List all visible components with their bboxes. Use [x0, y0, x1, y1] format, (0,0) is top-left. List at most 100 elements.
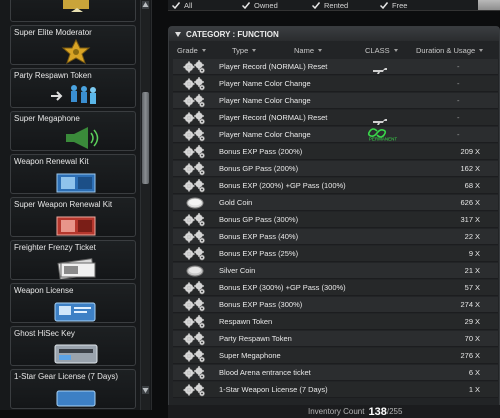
inventory-item-name: Bonus EXP Pass (25%) [219, 249, 299, 258]
item-count: 317 [460, 215, 473, 224]
permanent-label: PERMANENT [369, 137, 398, 142]
shop-item-card[interactable]: Super Weapon Renewal Kit [10, 197, 136, 237]
inventory-row[interactable]: Player Name Color Change - [173, 93, 498, 109]
shop-item-card[interactable]: Super Elite Moderator [10, 25, 136, 65]
collapse-triangle-icon [175, 31, 181, 37]
item-count: 626 [460, 198, 473, 207]
item-count: 276 [460, 351, 473, 360]
shop-item-card[interactable]: 1-Star Gear License (7 Days) [10, 369, 136, 409]
inventory-row[interactable]: Super Megaphone 276 X [173, 348, 498, 364]
gears-icon [182, 128, 208, 142]
category-header[interactable]: CATEGORY : FUNCTION [169, 27, 499, 41]
inventory-count-label: Inventory Count [308, 407, 365, 416]
inventory-row[interactable]: Bonus EXP Pass (200%) 209 X [173, 144, 498, 160]
item-count: 209 [460, 147, 473, 156]
megaphone-icon [41, 125, 111, 150]
duration-none: - [457, 96, 460, 105]
filter-free-label: Free [392, 1, 408, 10]
inventory-row[interactable]: Blood Arena entrance ticket 6 X [173, 365, 498, 381]
inventory-row[interactable]: Player Record (NORMAL) Reset - [173, 59, 498, 75]
inventory-row[interactable]: Bonus EXP Pass (40%) 22 X [173, 229, 498, 245]
filter-tab-button[interactable] [478, 0, 500, 10]
item-count-unit: X [475, 266, 481, 275]
gears-icon [182, 298, 208, 312]
inventory-item-name: Player Record (NORMAL) Reset [219, 113, 328, 122]
shop-item-card[interactable]: Weapon License [10, 283, 136, 323]
inventory-item-name: Super Megaphone [219, 351, 281, 360]
inventory-row[interactable]: Silver Coin 21 X [173, 263, 498, 279]
inventory-row[interactable]: 1-Star Weapon License (7 Days) 1 X [173, 382, 498, 398]
inventory-item-name: Bonus GP Pass (200%) [219, 164, 299, 173]
shop-item-name: Ghost HiSec Key [14, 329, 75, 338]
gears-icon [182, 383, 208, 397]
item-count-unit: X [475, 215, 481, 224]
inventory-item-name: Bonus GP Pass (300%) [219, 215, 299, 224]
checkmark-icon [380, 2, 388, 9]
scrollbar-thumb[interactable] [142, 92, 149, 184]
filter-rented[interactable]: Rented [312, 0, 348, 11]
filter-rented-label: Rented [324, 1, 349, 10]
shop-item-list: Super Elite Moderator Party Respawn Token… [0, 0, 152, 410]
scroll-down-arrow-icon[interactable] [142, 386, 149, 394]
inventory-item-name: Bonus EXP Pass (40%) [219, 232, 299, 241]
inventory-item-name: Player Name Color Change [219, 79, 311, 88]
gears-icon [182, 281, 208, 295]
shop-item-name: Weapon License [14, 286, 74, 295]
inventory-row[interactable]: Player Record (NORMAL) Reset - [173, 110, 498, 126]
gears-icon [182, 247, 208, 261]
gold-coin-icon [182, 196, 208, 210]
item-count: 21 [464, 266, 473, 275]
inventory-row[interactable]: Bonus GP Pass (200%) 162 X [173, 161, 498, 177]
inventory-row[interactable]: Bonus EXP (300%) +GP Pass (300%) 57 X [173, 280, 498, 296]
column-name[interactable]: Name [294, 44, 323, 56]
gears-icon [182, 60, 208, 74]
filter-free[interactable]: Free [380, 0, 407, 11]
inventory-row[interactable]: Bonus EXP Pass (300%) 274 X [173, 297, 498, 313]
ticket-stack-icon [41, 254, 111, 279]
inventory-row[interactable]: Player Name Color Change - [173, 76, 498, 92]
filter-all[interactable]: All [172, 0, 192, 11]
filter-owned[interactable]: Owned [242, 0, 278, 11]
inventory-row[interactable]: Bonus EXP (200%) +GP Pass (100%) 68 X [173, 178, 498, 194]
item-count-unit: X [475, 300, 481, 309]
shop-item-card[interactable]: Ghost HiSec Key [10, 326, 136, 366]
permanent-infinity-icon: PERMANENT [366, 127, 400, 142]
inventory-item-name: Bonus EXP (300%) +GP Pass (300%) [219, 283, 346, 292]
gears-icon [182, 213, 208, 227]
gears-icon [182, 111, 208, 125]
shop-item-card[interactable]: Freighter Frenzy Ticket [10, 240, 136, 280]
shop-list-scrollbar[interactable] [140, 0, 150, 410]
shop-item-card[interactable] [10, 0, 136, 22]
gear-license-icon [41, 383, 111, 408]
item-count: 22 [464, 232, 473, 241]
inventory-row[interactable]: Party Respawn Token 70 X [173, 331, 498, 347]
item-count: 274 [460, 300, 473, 309]
column-duration-label: Duration & Usage [416, 45, 476, 55]
column-duration[interactable]: Duration & Usage [416, 44, 484, 56]
inventory-row[interactable]: Respawn Token 29 X [173, 314, 498, 330]
item-count: 6 [468, 368, 473, 377]
gears-icon [182, 230, 208, 244]
inventory-row[interactable]: Player Name Color Change PERMANENT - [173, 127, 498, 143]
item-count-unit: X [475, 232, 481, 241]
filter-all-label: All [184, 1, 193, 10]
inventory-row[interactable]: Bonus EXP Pass (25%) 9 X [173, 246, 498, 262]
inventory-item-name: Player Name Color Change [219, 96, 311, 105]
item-count-unit: X [475, 283, 481, 292]
gears-icon [182, 162, 208, 176]
ownership-filter-bar: All Owned Rented Free [168, 0, 500, 11]
column-grade[interactable]: Grade [177, 44, 206, 56]
shop-item-name: Super Megaphone [14, 114, 80, 123]
column-class[interactable]: CLASS [365, 44, 398, 56]
gears-icon [182, 366, 208, 380]
column-type[interactable]: Type [232, 44, 257, 56]
shop-item-card[interactable]: Party Respawn Token [10, 68, 136, 108]
shop-item-card[interactable]: Super Megaphone [10, 111, 136, 151]
gears-icon [182, 332, 208, 346]
inventory-row[interactable]: Bonus GP Pass (300%) 317 X [173, 212, 498, 228]
gears-icon [182, 349, 208, 363]
inventory-item-name: Player Record (NORMAL) Reset [219, 62, 328, 71]
scroll-up-arrow-icon[interactable] [142, 1, 149, 9]
inventory-row[interactable]: Gold Coin 626 X [173, 195, 498, 211]
shop-item-card[interactable]: Weapon Renewal Kit [10, 154, 136, 194]
